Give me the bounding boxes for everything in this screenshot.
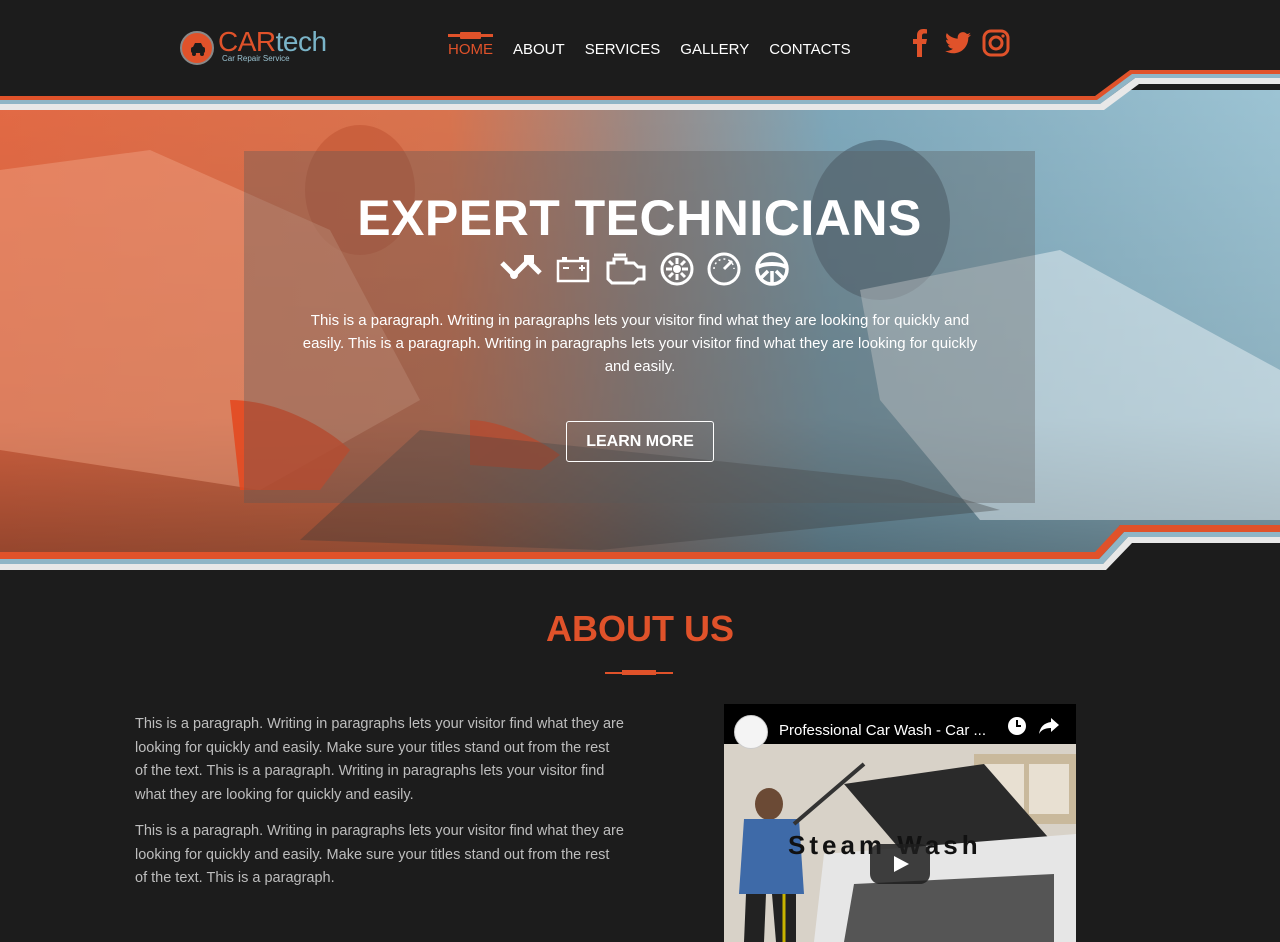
about-title: ABOUT US	[546, 608, 734, 649]
hero-service-icons	[498, 251, 790, 292]
about-paragraph-2: This is a paragraph. Writing in paragrap…	[135, 823, 624, 886]
share-icon[interactable]	[1038, 716, 1060, 736]
instagram-icon[interactable]	[982, 28, 1010, 58]
logo[interactable]: CARtech Car Repair Service	[180, 26, 340, 68]
nav-item-gallery[interactable]: GALLERY	[680, 30, 749, 70]
logo-tagline: Car Repair Service	[222, 54, 290, 63]
hero-title: EXPERT TECHNICIANS	[357, 190, 922, 246]
fan-icon	[660, 252, 694, 291]
logo-badge	[180, 31, 214, 65]
facebook-icon[interactable]	[906, 28, 934, 58]
nav-item-about[interactable]: ABOUT	[513, 30, 565, 70]
about-divider	[605, 670, 673, 675]
channel-avatar[interactable]	[734, 715, 768, 749]
logo-text-tech: tech	[275, 26, 327, 57]
battery-icon	[556, 255, 590, 288]
learn-more-button[interactable]: LEARN MORE	[566, 421, 714, 462]
nav-item-services[interactable]: SERVICES	[585, 30, 661, 70]
twitter-icon[interactable]	[944, 28, 972, 58]
speedometer-icon	[706, 251, 742, 292]
hero-content-box: EXPERT TECHNICIANS This is a paragraph. …	[244, 151, 1035, 503]
about-paragraph-1: This is a paragraph. Writing in paragrap…	[135, 716, 624, 803]
nav-item-contacts[interactable]: CONTACTS	[769, 30, 850, 70]
nav-item-home[interactable]: HOME	[448, 30, 493, 70]
logo-text-car: CAR	[218, 26, 276, 57]
hero-paragraph: This is a paragraph. Writing in paragrap…	[302, 312, 978, 375]
video-embed[interactable]: Professional Car Wash - Car ... Steam Wa…	[724, 704, 1076, 942]
watch-later-icon[interactable]	[1007, 716, 1027, 736]
car-icon	[191, 43, 205, 56]
steering-wheel-icon	[754, 251, 790, 292]
video-title[interactable]: Professional Car Wash - Car ...	[779, 722, 986, 739]
play-button[interactable]	[870, 844, 930, 884]
piston-icon	[498, 253, 544, 290]
social-links	[906, 28, 1010, 58]
engine-icon	[602, 251, 648, 292]
hero-section: EXPERT TECHNICIANS This is a paragraph. …	[0, 70, 1280, 575]
main-nav: HOME ABOUT SERVICES GALLERY CONTACTS	[448, 30, 851, 70]
